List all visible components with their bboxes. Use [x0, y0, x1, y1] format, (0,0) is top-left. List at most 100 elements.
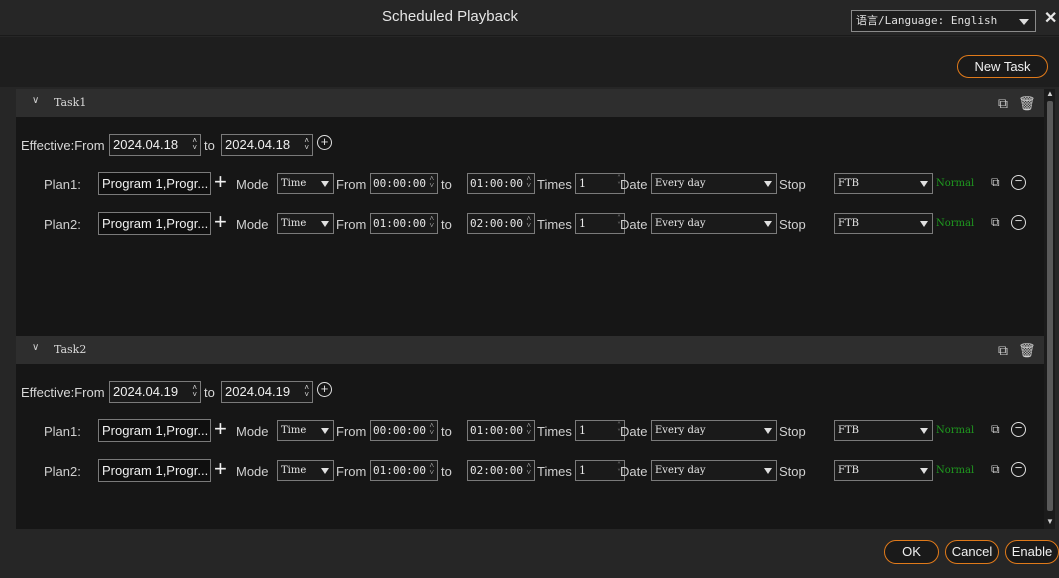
- add-program-icon[interactable]: +: [214, 417, 227, 441]
- stop-select[interactable]: FTB: [834, 213, 933, 234]
- to-label: to: [204, 138, 215, 153]
- program-field[interactable]: Program 1,Progr...: [98, 172, 211, 195]
- spin-icon[interactable]: ˄ ˅: [429, 175, 434, 190]
- language-select[interactable]: 语言/Language: English: [851, 10, 1036, 32]
- copy-task-icon[interactable]: ⧉: [998, 95, 1008, 112]
- scroll-thumb[interactable]: [1047, 101, 1053, 511]
- copy-plan-icon[interactable]: ⧉: [991, 175, 1000, 190]
- end-time-input[interactable]: 02:00:00 ˄ ˅: [467, 460, 535, 481]
- times-value: 1: [579, 464, 586, 477]
- add-program-icon[interactable]: +: [214, 170, 227, 194]
- vertical-scrollbar[interactable]: ▲ ▼: [1044, 89, 1055, 529]
- date-label: Date: [620, 464, 648, 479]
- date-select[interactable]: Every day: [651, 420, 777, 441]
- date-label: Date: [620, 177, 648, 192]
- mode-select[interactable]: Time: [277, 420, 334, 441]
- to-label: to: [441, 177, 452, 192]
- task-header[interactable]: ∨ Task1 ⧉ 🗑: [16, 89, 1044, 117]
- times-input[interactable]: 1 ˄ ˅: [575, 173, 625, 194]
- spin-icon[interactable]: ˄ ˅: [429, 215, 434, 230]
- times-value: 1: [579, 424, 586, 437]
- date-select[interactable]: Every day: [651, 213, 777, 234]
- start-time-input[interactable]: 01:00:00 ˄ ˅: [370, 213, 438, 234]
- times-input[interactable]: 1 ˄ ˅: [575, 460, 625, 481]
- start-time-input[interactable]: 01:00:00 ˄ ˅: [370, 460, 438, 481]
- add-program-icon[interactable]: +: [214, 457, 227, 481]
- stop-label: Stop: [779, 464, 806, 479]
- mode-select[interactable]: Time: [277, 173, 334, 194]
- ok-button[interactable]: OK: [884, 540, 939, 564]
- spin-icon[interactable]: ˄ ˅: [526, 422, 531, 437]
- add-program-icon[interactable]: +: [214, 210, 227, 234]
- cancel-button[interactable]: Cancel: [945, 540, 999, 564]
- date-value: Every day: [655, 465, 706, 476]
- end-time-input[interactable]: 01:00:00 ˄ ˅: [467, 420, 535, 441]
- chevron-down-icon: [321, 428, 329, 434]
- spin-icon[interactable]: ˄ ˅: [304, 384, 309, 399]
- effective-from-label: Effective:From: [21, 138, 105, 153]
- end-time-value: 01:00:00: [470, 177, 523, 190]
- stop-select[interactable]: FTB: [834, 460, 933, 481]
- scroll-up-icon[interactable]: ▲: [1046, 89, 1054, 98]
- task-header[interactable]: ∨ Task2 ⧉ 🗑: [16, 336, 1044, 364]
- spin-icon[interactable]: ˄ ˅: [526, 175, 531, 190]
- start-time-input[interactable]: 00:00:00 ˄ ˅: [370, 173, 438, 194]
- to-label: to: [204, 385, 215, 400]
- to-date-input[interactable]: 2024.04.18 ˄ ˅: [221, 134, 313, 156]
- remove-plan-icon[interactable]: −: [1011, 214, 1026, 230]
- times-value: 1: [579, 217, 586, 230]
- copy-plan-icon[interactable]: ⧉: [991, 462, 1000, 477]
- end-time-input[interactable]: 02:00:00 ˄ ˅: [467, 213, 535, 234]
- window-title: Scheduled Playback: [382, 8, 518, 25]
- mode-select[interactable]: Time: [277, 213, 334, 234]
- program-field[interactable]: Program 1,Progr...: [98, 459, 211, 482]
- chevron-down-icon[interactable]: ∨: [32, 342, 39, 353]
- stop-select[interactable]: FTB: [834, 420, 933, 441]
- add-plan-icon[interactable]: +: [317, 382, 332, 397]
- effective-from-label: Effective:From: [21, 385, 105, 400]
- to-date-input[interactable]: 2024.04.19 ˄ ˅: [221, 381, 313, 403]
- copy-plan-icon[interactable]: ⧉: [991, 422, 1000, 437]
- chevron-down-icon[interactable]: ∨: [32, 95, 39, 106]
- spin-icon[interactable]: ˄ ˅: [192, 137, 197, 152]
- status-badge: Normal: [936, 218, 975, 229]
- new-task-button[interactable]: New Task: [957, 55, 1048, 78]
- scroll-down-icon[interactable]: ▼: [1046, 517, 1054, 526]
- start-time-input[interactable]: 00:00:00 ˄ ˅: [370, 420, 438, 441]
- spin-icon[interactable]: ˄ ˅: [192, 384, 197, 399]
- remove-plan-icon[interactable]: −: [1011, 421, 1026, 437]
- end-time-value: 01:00:00: [470, 424, 523, 437]
- spin-icon[interactable]: ˄ ˅: [429, 422, 434, 437]
- remove-plan-icon[interactable]: −: [1011, 174, 1026, 190]
- plan-row: Plan2: Program 1,Progr... + Mode Time Fr…: [16, 457, 1044, 484]
- from-date-input[interactable]: 2024.04.19 ˄ ˅: [109, 381, 201, 403]
- date-select[interactable]: Every day: [651, 173, 777, 194]
- times-value: 1: [579, 177, 586, 190]
- status-badge: Normal: [936, 465, 975, 476]
- times-input[interactable]: 1 ˄ ˅: [575, 420, 625, 441]
- copy-plan-icon[interactable]: ⧉: [991, 215, 1000, 230]
- close-icon[interactable]: ✕: [1044, 8, 1057, 28]
- program-field[interactable]: Program 1,Progr...: [98, 212, 211, 235]
- trash-icon[interactable]: 🗑: [1018, 95, 1036, 112]
- spin-icon[interactable]: ˄ ˅: [526, 215, 531, 230]
- times-input[interactable]: 1 ˄ ˅: [575, 213, 625, 234]
- spin-icon[interactable]: ˄ ˅: [429, 462, 434, 477]
- add-plan-icon[interactable]: +: [317, 135, 332, 150]
- end-time-input[interactable]: 01:00:00 ˄ ˅: [467, 173, 535, 194]
- trash-icon[interactable]: 🗑: [1018, 342, 1036, 359]
- enable-button[interactable]: Enable: [1005, 540, 1059, 564]
- date-select[interactable]: Every day: [651, 460, 777, 481]
- remove-plan-icon[interactable]: −: [1011, 461, 1026, 477]
- chevron-down-icon: [920, 181, 928, 187]
- spin-icon[interactable]: ˄ ˅: [526, 462, 531, 477]
- mode-select[interactable]: Time: [277, 460, 334, 481]
- from-date-input[interactable]: 2024.04.18 ˄ ˅: [109, 134, 201, 156]
- spin-icon[interactable]: ˄ ˅: [304, 137, 309, 152]
- copy-task-icon[interactable]: ⧉: [998, 342, 1008, 359]
- chevron-down-icon: [920, 221, 928, 227]
- program-field[interactable]: Program 1,Progr...: [98, 419, 211, 442]
- language-select-value: 语言/Language: English: [856, 14, 998, 27]
- stop-select[interactable]: FTB: [834, 173, 933, 194]
- date-value: Every day: [655, 425, 706, 436]
